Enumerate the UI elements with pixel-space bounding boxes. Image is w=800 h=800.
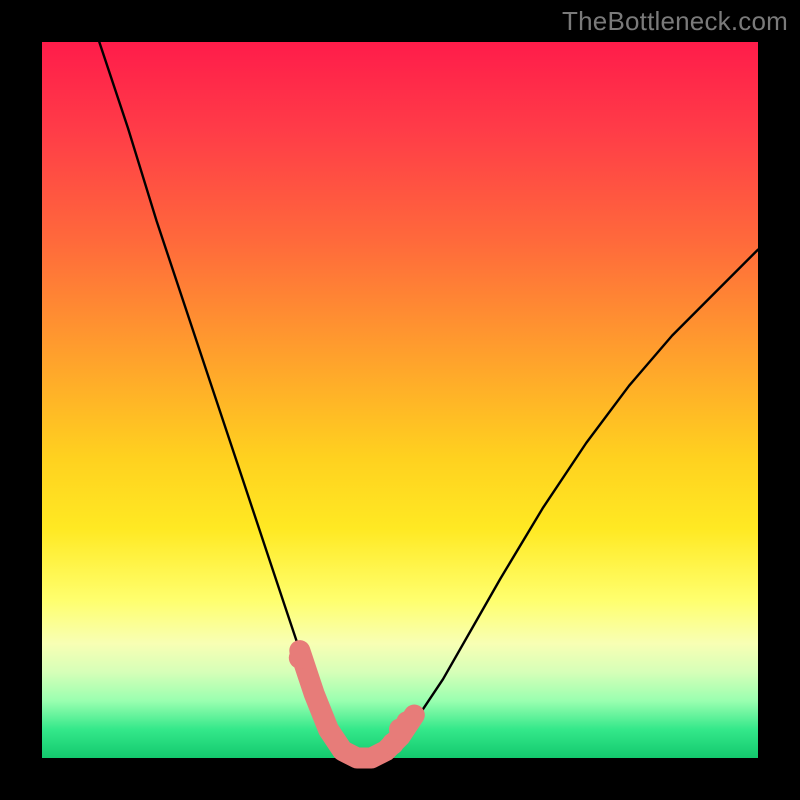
chart-frame: TheBottleneck.com [0,0,800,800]
marker-dot [396,711,418,733]
marker-dot [289,647,311,669]
bottleneck-curve [99,42,758,758]
watermark-text: TheBottleneck.com [562,6,788,37]
chart-svg [42,42,758,758]
plot-area [42,42,758,758]
